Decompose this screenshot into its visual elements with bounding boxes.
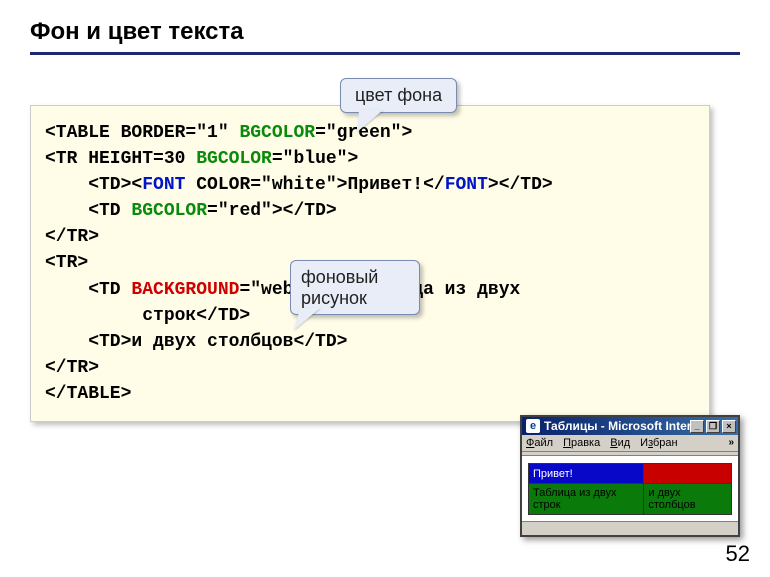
code-text: </TR> xyxy=(45,358,99,378)
code-kw-bgcolor: BGCOLOR xyxy=(239,123,315,143)
code-text: <TR HEIGHT=30 xyxy=(45,149,196,169)
statusbar xyxy=(522,521,738,535)
code-text: </TR> xyxy=(45,227,99,247)
table-row: Таблица из двух строк и двух столбцов xyxy=(529,484,732,515)
cell-privet: Привет! xyxy=(529,464,644,484)
menu-favorites[interactable]: Избран xyxy=(640,437,677,449)
browser-window: e Таблицы - Microsoft Intern... _ ❐ × Фа… xyxy=(520,415,740,537)
code-kw-bgcolor: BGCOLOR xyxy=(196,149,272,169)
code-text: <TR> xyxy=(45,253,88,273)
code-text: <TD xyxy=(45,201,131,221)
code-text: </TABLE> xyxy=(45,384,131,404)
code-kw-background: BACKGROUND xyxy=(131,280,239,300)
callout-bgcolor: цвет фона xyxy=(340,78,457,113)
menu-file[interactable]: Файл xyxy=(526,437,553,449)
cell-b1: Таблица из двух строк xyxy=(529,484,644,515)
menubar: Файл Правка Вид Избран » xyxy=(522,435,738,452)
code-kw-bgcolor: BGCOLOR xyxy=(131,201,207,221)
rendered-table: Привет! Таблица из двух строк и двух сто… xyxy=(528,463,732,515)
title-rule xyxy=(30,52,740,55)
table-row: Привет! xyxy=(529,464,732,484)
code-kw-font: FONT xyxy=(445,175,488,195)
close-button[interactable]: × xyxy=(722,420,736,433)
titlebar: e Таблицы - Microsoft Intern... _ ❐ × xyxy=(522,417,738,435)
ie-icon: e xyxy=(526,419,540,433)
code-text: ></TD> xyxy=(488,175,553,195)
page-number: 52 xyxy=(726,541,750,567)
code-text: <TD xyxy=(45,280,131,300)
maximize-button[interactable]: ❐ xyxy=(706,420,720,433)
minimize-button[interactable]: _ xyxy=(690,420,704,433)
code-text: ="red"></TD> xyxy=(207,201,337,221)
code-text: <TD>и двух столбцов</TD> xyxy=(45,332,347,352)
cell-b2: и двух столбцов xyxy=(644,484,732,515)
code-text: <TABLE BORDER="1" xyxy=(45,123,239,143)
menu-view[interactable]: Вид xyxy=(610,437,630,449)
page-title: Фон и цвет текста xyxy=(30,18,740,46)
browser-content: Привет! Таблица из двух строк и двух сто… xyxy=(522,456,738,521)
code-text: <TD>< xyxy=(45,175,142,195)
window-title: Таблицы - Microsoft Intern... xyxy=(544,419,690,433)
menu-edit[interactable]: Правка xyxy=(563,437,600,449)
code-kw-font: FONT xyxy=(142,175,185,195)
code-text: ="blue"> xyxy=(272,149,358,169)
menu-more-icon[interactable]: » xyxy=(728,437,734,449)
code-text: COLOR="white">Привет!</ xyxy=(185,175,444,195)
code-text: строк</TD> xyxy=(45,306,250,326)
cell-red xyxy=(644,464,732,484)
